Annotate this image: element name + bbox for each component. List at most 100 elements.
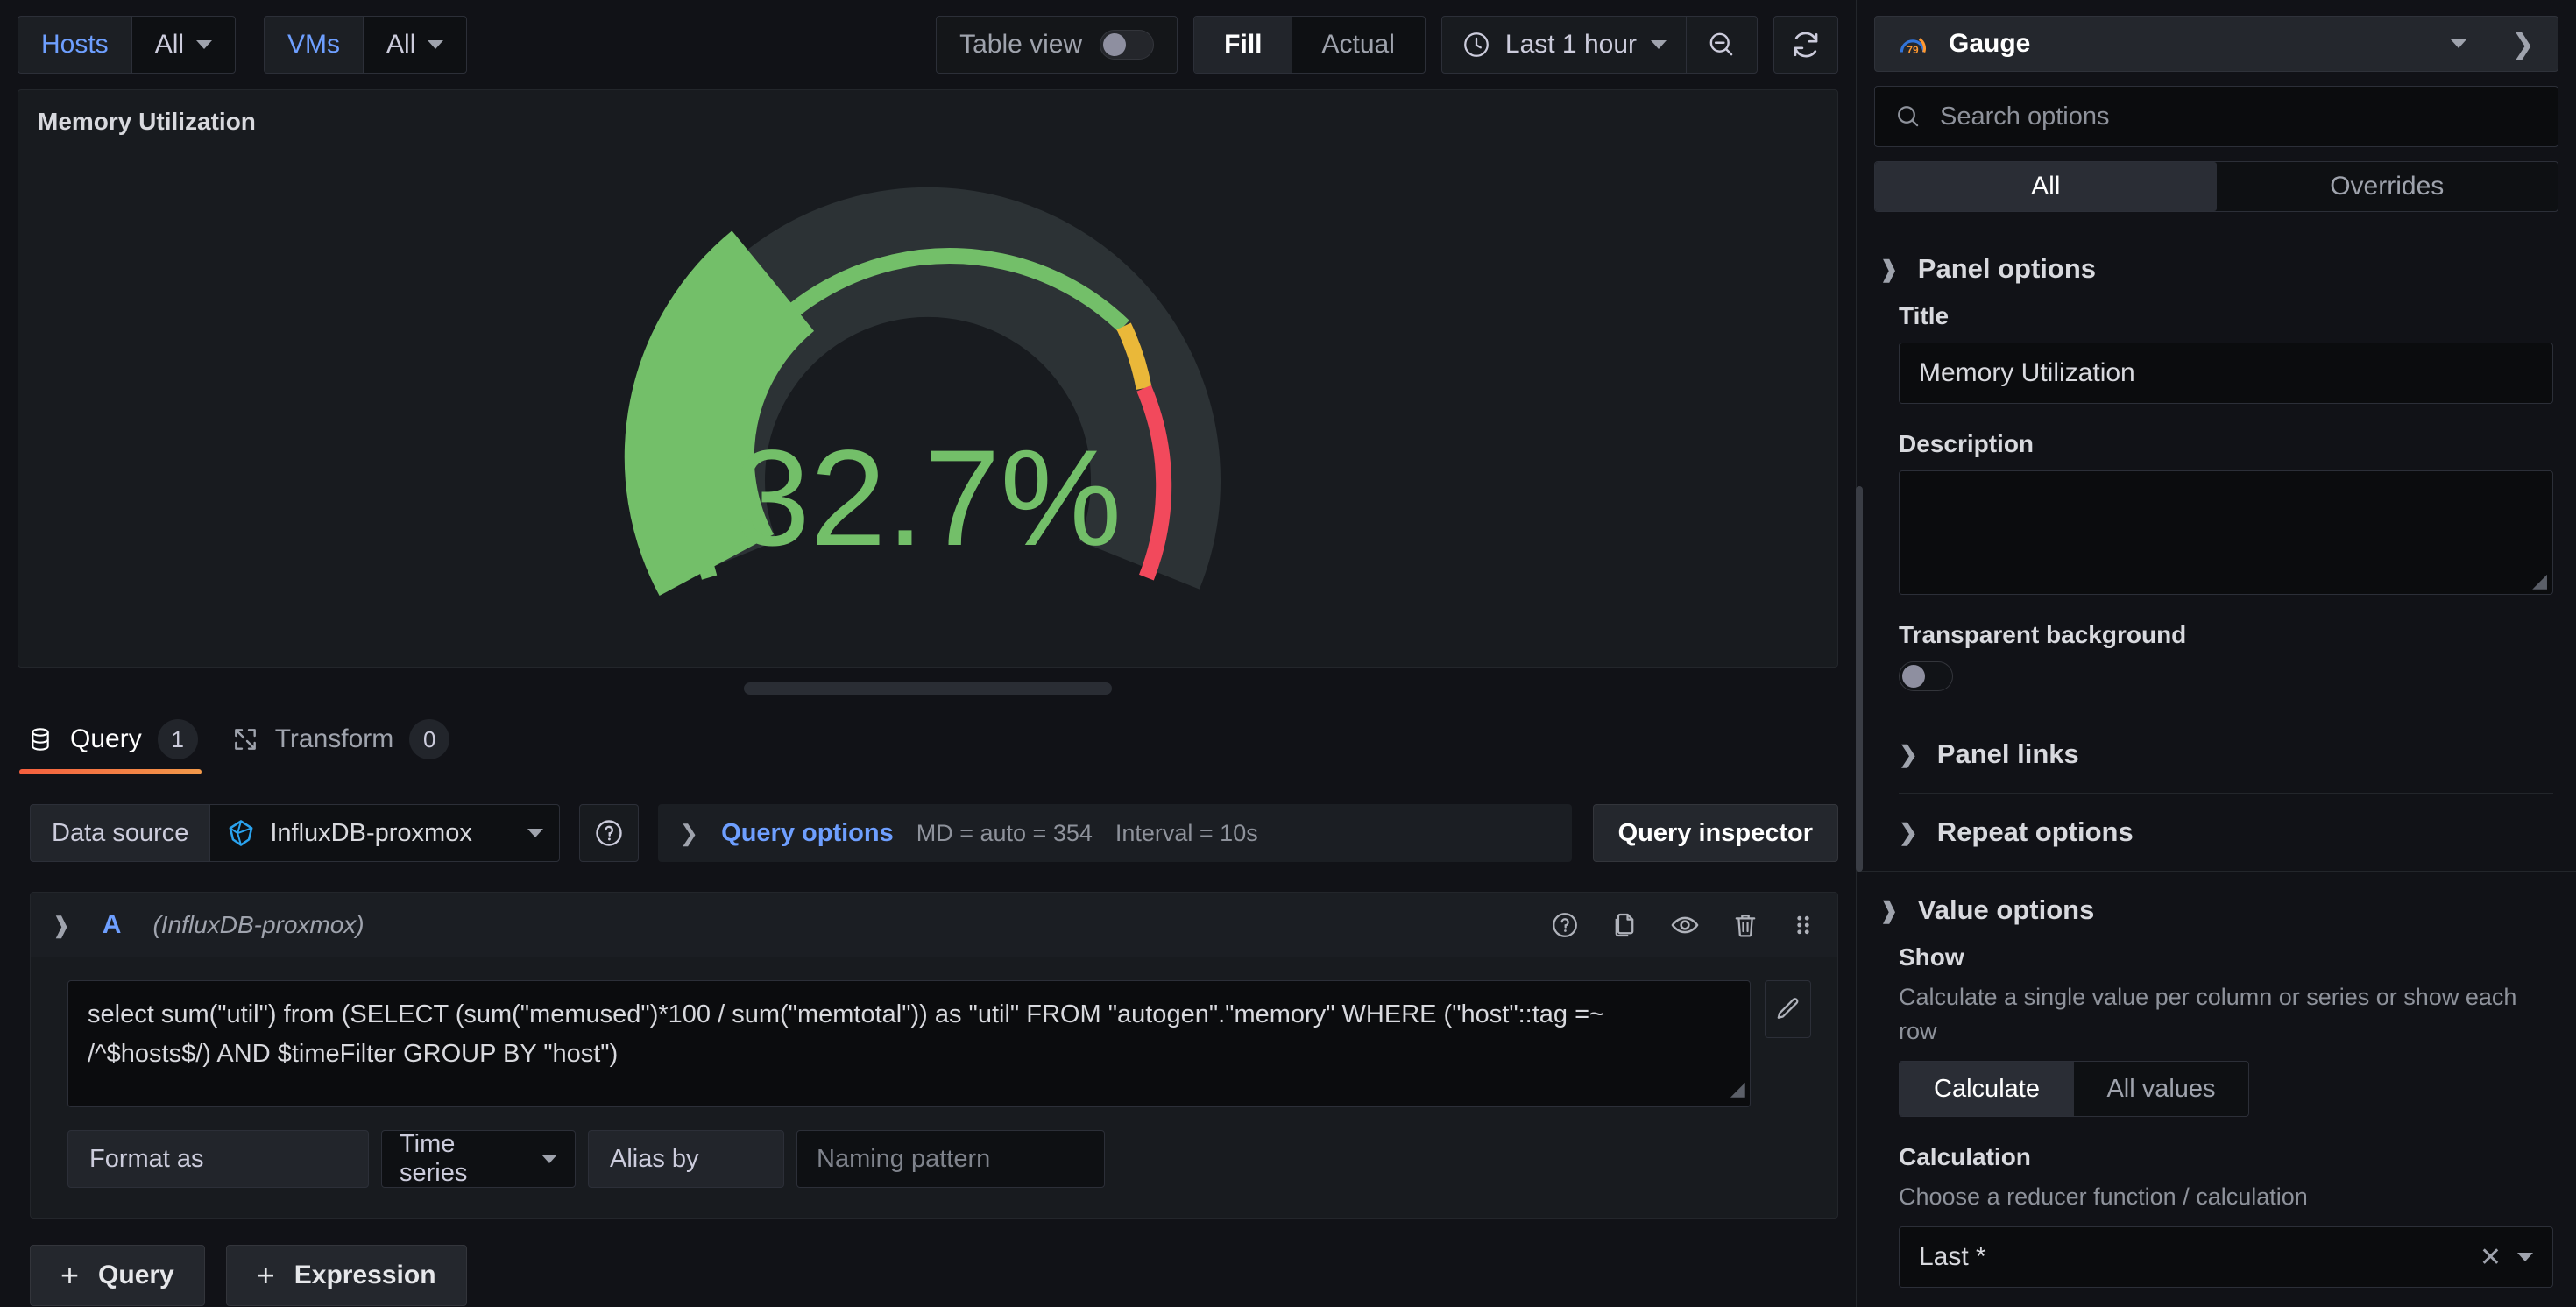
editor-tabs: Query 1 Transform 0 xyxy=(0,710,1856,774)
show-field-label: Show xyxy=(1899,943,1964,971)
gauge-panel[interactable]: Memory Utilization 32.7% xyxy=(18,89,1838,668)
chevron-right-icon: ❯ xyxy=(1899,740,1918,767)
gauge-icon: 79 xyxy=(1900,38,1926,56)
variable-vms-select[interactable]: All xyxy=(363,16,468,74)
table-view-switch[interactable] xyxy=(1100,30,1155,60)
transform-icon xyxy=(234,729,256,750)
repeat-options-label: Repeat options xyxy=(1936,816,2134,847)
show-calculate-option[interactable]: Calculate xyxy=(1900,1062,2074,1117)
clock-icon xyxy=(1464,32,1489,57)
drag-dots-icon[interactable] xyxy=(1790,910,1816,940)
data-source-help-button[interactable] xyxy=(579,804,640,862)
refresh-dashboard-button[interactable] xyxy=(1773,16,1838,74)
add-query-label: Query xyxy=(98,1261,174,1289)
add-expression-label: Expression xyxy=(294,1261,436,1289)
panel-resize-handle[interactable] xyxy=(744,682,1112,695)
format-row: Format as Time series Alias by Naming pa… xyxy=(31,1107,1837,1218)
chevron-right-icon: ❯ xyxy=(1899,818,1918,845)
section-panel-options-header[interactable]: ❱ Panel options xyxy=(1857,230,2576,302)
description-field-textarea[interactable]: ◢ xyxy=(1899,470,2553,595)
tab-transform[interactable]: Transform 0 xyxy=(224,719,477,774)
show-all-values-option[interactable]: All values xyxy=(2074,1062,2248,1116)
format-as-value: Time series xyxy=(400,1130,468,1187)
chevron-down-icon[interactable]: ❱ xyxy=(52,914,71,936)
section-panel-options-body: Title Memory Utilization Description ◢ T… xyxy=(1857,302,2576,716)
help-circle-icon[interactable] xyxy=(1550,910,1580,940)
raw-query-input[interactable]: select sum("util") from (SELECT (sum("me… xyxy=(67,980,1751,1107)
tab-transform-count: 0 xyxy=(409,719,450,759)
edit-query-button[interactable] xyxy=(1764,980,1811,1038)
visualization-picker[interactable]: 79 Gauge ❯ xyxy=(1874,16,2558,73)
alias-by-input[interactable]: Naming pattern xyxy=(796,1130,1105,1188)
plus-icon: + xyxy=(256,1257,275,1293)
add-buttons-row: + Query + Expression xyxy=(0,1219,1856,1306)
table-view-toggle[interactable]: Table view xyxy=(936,16,1178,74)
search-icon xyxy=(1898,106,1919,127)
variable-vms-label: VMs xyxy=(264,16,364,74)
editor-left-column: Hosts All VMs All Table view Fill Actual… xyxy=(0,0,1856,1307)
variable-hosts-label: Hosts xyxy=(18,16,131,74)
chevron-right-icon: ❯ xyxy=(679,820,699,846)
panel-links-label: Panel links xyxy=(1936,738,2079,769)
query-editor-row-a: ❱ A (InfluxDB-proxmox) select sum("util"… xyxy=(30,892,1838,1219)
chevron-down-icon xyxy=(541,1155,557,1163)
title-field-label: Title xyxy=(1899,301,1950,329)
top-toolbar: Hosts All VMs All Table view Fill Actual… xyxy=(0,0,1856,89)
zoom-out-icon xyxy=(1709,32,1733,56)
add-expression-button[interactable]: + Expression xyxy=(225,1245,467,1306)
query-datasource-note: (InfluxDB-proxmox) xyxy=(152,911,364,938)
options-search-input[interactable]: Search options xyxy=(1874,86,2558,148)
chevron-down-icon xyxy=(1651,40,1667,49)
variable-vms: VMs All xyxy=(264,16,468,74)
fill-actual-segmented: Fill Actual xyxy=(1193,16,1426,74)
actual-button[interactable]: Actual xyxy=(1292,17,1425,73)
transparent-background-switch[interactable] xyxy=(1899,661,1953,691)
title-field-input[interactable]: Memory Utilization xyxy=(1899,342,2553,404)
time-range-picker[interactable]: Last 1 hour xyxy=(1442,17,1686,73)
format-as-select[interactable]: Time series xyxy=(381,1130,576,1188)
tab-all[interactable]: All xyxy=(1875,162,2217,211)
influxdb-icon xyxy=(229,820,253,846)
chevron-down-icon xyxy=(2451,39,2466,49)
panel-subsections: ❯ Panel links ❯ Repeat options xyxy=(1857,716,2576,871)
resize-grip-icon[interactable]: ◢ xyxy=(1730,1074,1745,1104)
time-range-label: Last 1 hour xyxy=(1504,30,1637,59)
chevron-down-icon: ❱ xyxy=(1879,896,1899,923)
chevron-down-icon xyxy=(196,40,213,49)
options-pane-scrollbar[interactable] xyxy=(1856,486,1863,872)
options-pane: 79 Gauge ❯ Search options All Overrides xyxy=(1856,0,2576,1307)
fill-button[interactable]: Fill xyxy=(1194,17,1292,73)
tab-query[interactable]: Query 1 xyxy=(19,719,224,774)
clear-icon[interactable]: ✕ xyxy=(2480,1242,2502,1273)
section-value-options-title: Value options xyxy=(1917,894,2095,925)
grafana-panel-editor: Hosts All VMs All Table view Fill Actual… xyxy=(0,0,2576,1307)
close-options-pane-button[interactable]: ❯ xyxy=(2488,17,2558,72)
transparent-background-label: Transparent background xyxy=(1899,620,2187,648)
panel-links-row[interactable]: ❯ Panel links xyxy=(1899,716,2553,793)
splitter-row xyxy=(18,668,1838,710)
visualization-current[interactable]: 79 Gauge xyxy=(1875,17,2488,71)
gauge-visualization: 32.7% xyxy=(18,90,1837,667)
time-range-group: Last 1 hour xyxy=(1440,16,1758,74)
tab-overrides[interactable]: Overrides xyxy=(2217,162,2558,210)
options-scroll-area[interactable]: ❱ Panel options Title Memory Utilization… xyxy=(1857,212,2576,1307)
duplicate-query-icon[interactable] xyxy=(1610,910,1639,940)
alias-by-label: Alias by xyxy=(588,1130,784,1188)
zoom-out-time-range-button[interactable] xyxy=(1687,17,1757,73)
repeat-options-row[interactable]: ❯ Repeat options xyxy=(1899,792,2553,871)
chevron-right-icon: ❯ xyxy=(2511,28,2535,60)
database-icon xyxy=(32,728,49,751)
query-options-bar[interactable]: ❯ Query options MD = auto = 354 Interval… xyxy=(658,804,1572,862)
add-query-button[interactable]: + Query xyxy=(30,1245,205,1306)
gauge-svg: 32.7% xyxy=(624,187,1221,597)
variable-hosts-select[interactable]: All xyxy=(131,16,237,74)
data-source-picker[interactable]: InfluxDB-proxmox xyxy=(209,804,561,862)
query-inspector-button[interactable]: Query inspector xyxy=(1592,804,1838,862)
section-value-options-header[interactable]: ❱ Value options xyxy=(1857,872,2576,943)
chevron-down-icon: ❱ xyxy=(1879,255,1899,282)
chevron-down-icon xyxy=(428,40,444,49)
trash-icon[interactable] xyxy=(1730,910,1760,940)
resize-grip-icon[interactable]: ◢ xyxy=(2532,569,2547,592)
eye-icon[interactable] xyxy=(1669,909,1701,941)
calculation-select[interactable]: Last * ✕ xyxy=(1899,1226,2553,1289)
